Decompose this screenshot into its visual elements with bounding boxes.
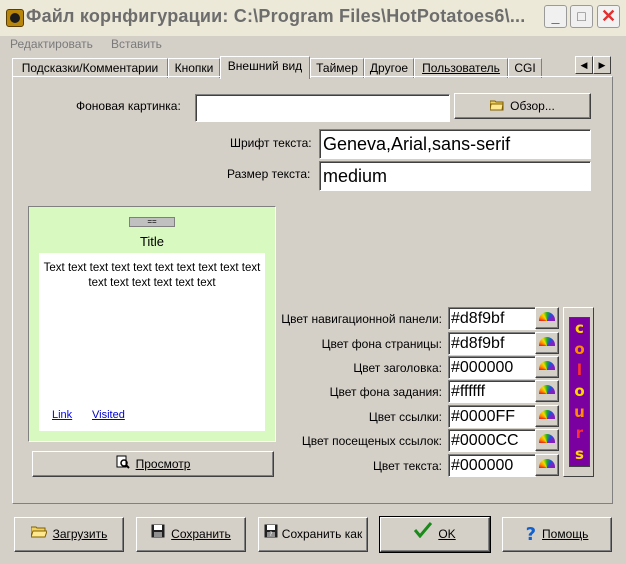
title-bar[interactable]: Файл корнфигурации: C:\Program Files\Hot… <box>0 0 626 36</box>
load-button-label: Загрузить <box>52 527 108 541</box>
save-as-icon: ? <box>264 518 278 551</box>
save-button[interactable]: Сохранить <box>136 517 246 552</box>
background-image-input[interactable] <box>195 94 450 122</box>
tab-appearance[interactable]: Внешний вид <box>220 56 310 79</box>
colours-letter: l <box>576 361 583 379</box>
svg-text:?: ? <box>269 531 272 538</box>
rainbow-icon <box>539 410 555 419</box>
folder-icon <box>489 95 504 119</box>
ok-button-label: OK <box>438 527 456 541</box>
colours-letter: r <box>575 424 584 442</box>
text-color-picker-button[interactable] <box>535 454 559 476</box>
rainbow-icon <box>539 312 555 321</box>
tab-cgi[interactable]: CGI <box>508 58 542 78</box>
floppy-disk-icon <box>151 518 165 551</box>
exercise-bg-color-picker-button[interactable] <box>535 380 559 402</box>
preview-text: Text text text text text text text text … <box>43 262 261 289</box>
tab-buttons[interactable]: Кнопки <box>168 58 220 78</box>
preview-nav-bar: == <box>129 217 175 227</box>
tab-strip: Подсказки/Комментарии Кнопки Внешний вид… <box>12 56 610 79</box>
magnifier-page-icon <box>116 453 130 477</box>
help-icon: ? <box>525 524 537 546</box>
save-button-label: Сохранить <box>171 527 231 541</box>
tab-scroll-right-icon[interactable]: ▶ <box>593 56 611 74</box>
load-button[interactable]: Загрузить <box>14 517 124 552</box>
browse-button-label: Обзор... <box>510 99 555 113</box>
text-color-input[interactable]: #000000 <box>448 454 536 477</box>
exercise-bg-color-input[interactable]: #ffffff <box>448 380 536 403</box>
menu-edit[interactable]: Редактировать <box>10 37 93 51</box>
app-icon <box>6 9 24 27</box>
tab-user[interactable]: Пользователь <box>414 58 508 78</box>
rainbow-icon <box>539 385 555 394</box>
save-as-button-label: Сохранить как <box>281 527 363 541</box>
tab-scroll-left-icon[interactable]: ◀ <box>575 56 593 74</box>
font-input[interactable]: Geneva,Arial,sans-serif <box>319 129 591 159</box>
text-color-label: Цвет текста: <box>372 459 442 473</box>
window-title: Файл корнфигурации: C:\Program Files\Hot… <box>26 6 526 26</box>
rainbow-icon <box>539 434 555 443</box>
save-as-button[interactable]: ? Сохранить как <box>258 517 368 552</box>
colours-logo: c o l o u r s <box>569 317 590 467</box>
tab-scroll-arrows: ◀ ▶ <box>575 56 611 74</box>
colours-letter: u <box>574 403 585 421</box>
colours-letter: o <box>574 382 585 400</box>
maximize-button[interactable]: □ <box>570 5 593 28</box>
page-bg-color-label: Цвет фона страницы: <box>321 337 442 351</box>
menu-insert[interactable]: Вставить <box>111 37 162 51</box>
colours-letter: c <box>575 319 584 337</box>
help-button[interactable]: ? Помощь <box>502 517 612 552</box>
tab-timer[interactable]: Таймер <box>310 58 364 78</box>
rainbow-icon <box>539 337 555 346</box>
rainbow-icon <box>539 459 555 468</box>
link-color-input[interactable]: #0000FF <box>448 405 536 428</box>
colours-letter: o <box>574 340 585 358</box>
preview-title: Title <box>139 234 165 249</box>
tab-other[interactable]: Другое <box>364 58 414 78</box>
exercise-bg-color-label: Цвет фона задания: <box>329 385 442 399</box>
browse-button[interactable]: Обзор... <box>454 93 591 119</box>
close-button[interactable]: ✕ <box>597 5 620 28</box>
visited-link-color-input[interactable]: #0000CC <box>448 429 536 452</box>
visited-link-color-picker-button[interactable] <box>535 429 559 451</box>
ok-button[interactable]: OK <box>379 516 491 553</box>
nav-bar-color-label: Цвет навигационной панели: <box>281 312 442 326</box>
preview-link[interactable]: Link <box>52 409 72 421</box>
tab-hints[interactable]: Подсказки/Комментарии <box>12 58 168 78</box>
page-bg-color-input[interactable]: #d8f9bf <box>448 332 536 355</box>
visited-link-color-label: Цвет посещеных ссылок: <box>301 434 442 448</box>
font-label: Шрифт текста: <box>230 136 312 150</box>
title-color-label: Цвет заголовка: <box>353 361 442 375</box>
page-bg-color-picker-button[interactable] <box>535 332 559 354</box>
colours-letter: s <box>575 445 584 463</box>
colours-button[interactable]: c o l o u r s <box>563 307 594 477</box>
minimize-button[interactable]: _ <box>544 5 567 28</box>
open-folder-icon <box>29 518 48 551</box>
link-color-label: Цвет ссылки: <box>368 410 442 424</box>
title-color-picker-button[interactable] <box>535 356 559 378</box>
title-color-input[interactable]: #000000 <box>448 356 536 379</box>
nav-bar-color-input[interactable]: #d8f9bf <box>448 307 536 330</box>
background-image-label: Фоновая картинка: <box>76 99 181 113</box>
checkmark-icon <box>414 518 433 551</box>
link-color-picker-button[interactable] <box>535 405 559 427</box>
preview-visited-link[interactable]: Visited <box>92 409 125 421</box>
rainbow-icon <box>539 361 555 370</box>
font-size-input[interactable]: medium <box>319 161 591 191</box>
font-size-label: Размер текста: <box>227 167 311 181</box>
nav-bar-color-picker-button[interactable] <box>535 307 559 329</box>
help-button-label: Помощь <box>542 527 589 541</box>
